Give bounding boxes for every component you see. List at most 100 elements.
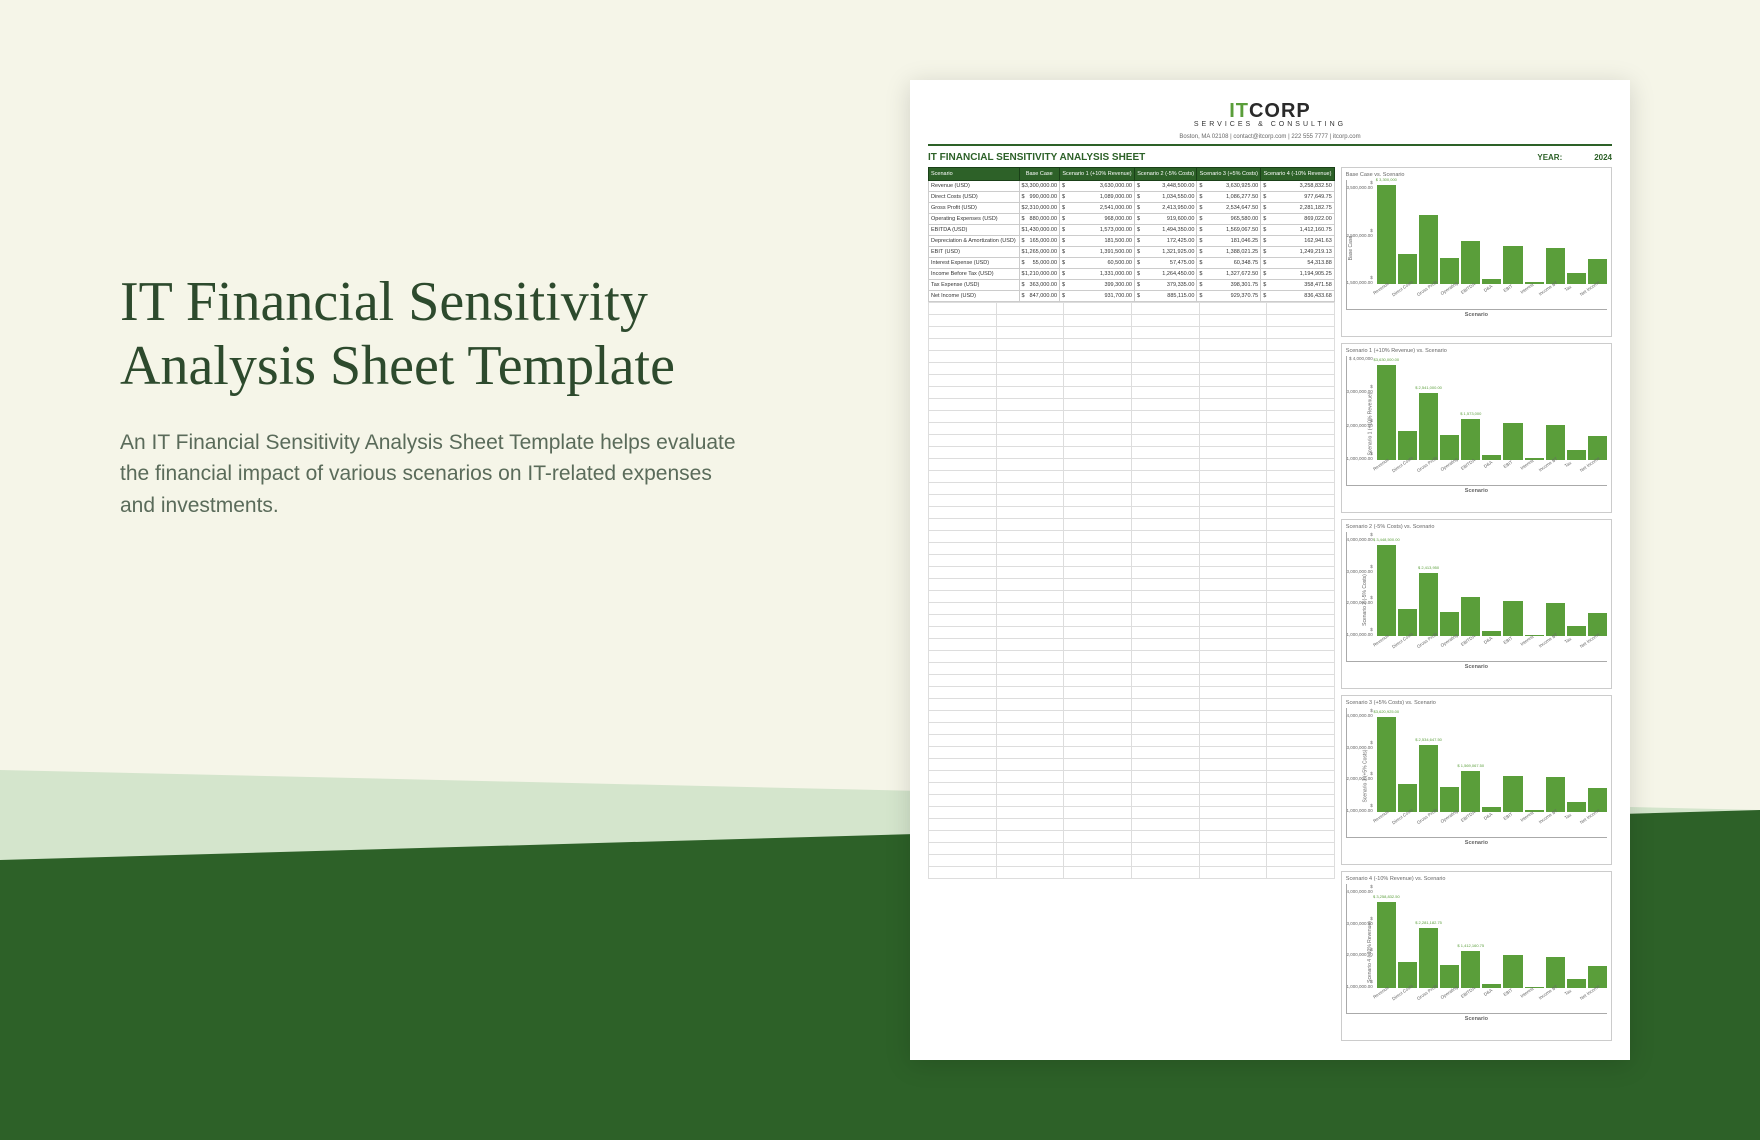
empty-cell <box>1199 315 1267 327</box>
empty-cell <box>1199 759 1267 771</box>
empty-cell <box>1064 471 1132 483</box>
bar-label: $3,620,925.00 <box>1374 709 1400 714</box>
chart-box: Base Case vs. Scenario$ 3,500,000.00$ 2,… <box>1341 167 1612 337</box>
chart-bar: $ 3,448,500.00 <box>1377 545 1396 636</box>
table-row: Net Income (USD)$847,000.00$931,700.00$8… <box>929 291 1335 302</box>
empty-cell <box>929 495 997 507</box>
empty-cell <box>1199 423 1267 435</box>
empty-cell <box>1064 867 1132 879</box>
row-label: EBIT (USD) <box>929 247 1020 258</box>
chart-bar <box>1503 423 1522 460</box>
empty-cell <box>1131 471 1199 483</box>
bar-label: $ 3,448,500.00 <box>1373 537 1400 542</box>
empty-cell <box>1267 831 1335 843</box>
empty-cell <box>996 339 1064 351</box>
cell-value: $2,310,000.00 <box>1019 203 1060 214</box>
bar-wrap <box>1398 431 1417 460</box>
empty-cell <box>996 351 1064 363</box>
empty-cell <box>996 867 1064 879</box>
empty-cell <box>1064 495 1132 507</box>
empty-cell <box>1131 723 1199 735</box>
empty-cell <box>996 579 1064 591</box>
empty-cell <box>1199 711 1267 723</box>
chart-box: Scenario 4 (-10% Revenue) vs. Scenario$ … <box>1341 871 1612 1041</box>
empty-cell <box>1131 795 1199 807</box>
empty-cell <box>996 855 1064 867</box>
chart-bar: $ 2,541,000.00 <box>1419 393 1438 460</box>
chart-box: Scenario 3 (+5% Costs) vs. Scenario$ 4,0… <box>1341 695 1612 865</box>
empty-cell <box>1064 387 1132 399</box>
empty-cell <box>1199 579 1267 591</box>
empty-cell <box>1064 771 1132 783</box>
bar-wrap: $ 2,534,647.50 <box>1419 745 1438 812</box>
logo-subtitle: SERVICES & CONSULTING <box>928 121 1612 128</box>
chart-bar: $ 1,573,000 <box>1461 419 1480 460</box>
bar-label: $ 1,573,000 <box>1460 411 1481 416</box>
x-axis-labels: RevenueDirect CostsGross ProfitOperating… <box>1377 812 1607 837</box>
logo-area: ITCORP SERVICES & CONSULTING <box>928 100 1612 128</box>
empty-cell <box>1131 555 1199 567</box>
chart-bar <box>1503 246 1522 284</box>
empty-cell <box>1064 459 1132 471</box>
empty-cell <box>1131 843 1199 855</box>
y-axis-labels: $ 4,000,000.00$ 3,000,000.00$ 2,000,000.… <box>1345 708 1373 813</box>
empty-cell <box>929 855 997 867</box>
empty-cell <box>1199 507 1267 519</box>
empty-cell <box>1267 519 1335 531</box>
empty-cell <box>996 831 1064 843</box>
x-axis-title: Scenario <box>1346 488 1607 494</box>
empty-cell <box>929 759 997 771</box>
empty-cell <box>1199 339 1267 351</box>
x-axis-labels: RevenueDirect CostsGross ProfitOperating… <box>1377 636 1607 661</box>
empty-cell <box>1064 831 1132 843</box>
empty-cell <box>996 723 1064 735</box>
empty-cell <box>1131 387 1199 399</box>
bar-wrap: $ 2,541,000.00 <box>1419 393 1438 460</box>
empty-cell <box>1064 663 1132 675</box>
year-block: YEAR: 2024 <box>1537 153 1612 162</box>
empty-cell <box>1064 819 1132 831</box>
table-row: Revenue (USD)$3,300,000.00$3,630,000.00$… <box>929 181 1335 192</box>
empty-cell <box>1199 519 1267 531</box>
row-label: Direct Costs (USD) <box>929 192 1020 203</box>
empty-cell <box>1199 855 1267 867</box>
empty-cell <box>1131 459 1199 471</box>
empty-cell <box>1064 615 1132 627</box>
bar-wrap: $ 3,448,500.00 <box>1377 545 1396 636</box>
empty-cell <box>1199 843 1267 855</box>
empty-cell <box>1267 483 1335 495</box>
cell-value: $847,000.00 <box>1019 291 1060 302</box>
cell-value: $3,258,832.50 <box>1261 181 1335 192</box>
empty-cell <box>1131 711 1199 723</box>
empty-cell <box>929 447 997 459</box>
divider <box>928 144 1612 146</box>
charts-column: Base Case vs. Scenario$ 3,500,000.00$ 2,… <box>1341 167 1612 1041</box>
empty-cell <box>1131 651 1199 663</box>
empty-cell <box>929 735 997 747</box>
y-axis-title: Scenario 2 (-5% Costs) <box>1362 574 1368 626</box>
empty-cell <box>1199 807 1267 819</box>
col-header: Base Case <box>1019 168 1060 181</box>
empty-cell <box>1199 555 1267 567</box>
empty-cell <box>1267 855 1335 867</box>
empty-cell <box>996 663 1064 675</box>
empty-cell <box>996 735 1064 747</box>
empty-cell <box>1131 399 1199 411</box>
empty-cell <box>1199 435 1267 447</box>
empty-cell <box>1064 507 1132 519</box>
empty-cell <box>1267 567 1335 579</box>
empty-grid <box>928 302 1335 879</box>
table-row: EBIT (USD)$1,265,000.00$1,391,500.00$1,3… <box>929 247 1335 258</box>
spreadsheet-preview: ITCORP SERVICES & CONSULTING Boston, MA … <box>910 80 1630 1060</box>
row-label: Operating Expenses (USD) <box>929 214 1020 225</box>
empty-cell <box>929 615 997 627</box>
empty-cell <box>929 627 997 639</box>
empty-cell <box>1064 627 1132 639</box>
empty-cell <box>929 567 997 579</box>
cell-value: $363,000.00 <box>1019 280 1060 291</box>
chart-bar: $ 3,300,000 <box>1377 185 1396 284</box>
empty-cell <box>1199 411 1267 423</box>
empty-cell <box>1131 627 1199 639</box>
empty-cell <box>1131 447 1199 459</box>
empty-cell <box>1199 543 1267 555</box>
